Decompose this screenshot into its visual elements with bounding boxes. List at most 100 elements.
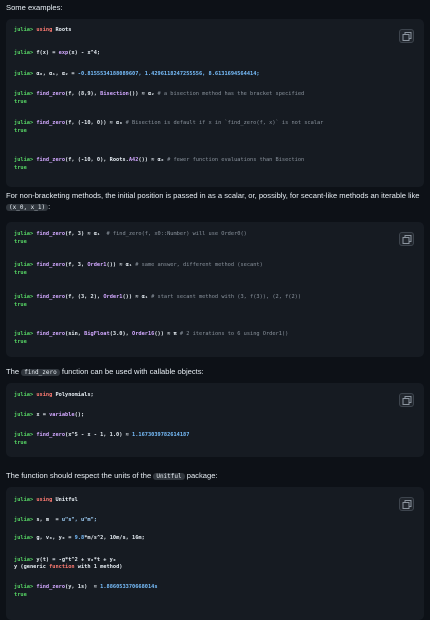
code-token: (f, 3) ≈ α₁ [65, 231, 107, 237]
code-token: (y, 1s) ≈ [65, 584, 101, 590]
repl-output: true [14, 128, 27, 134]
copy-button[interactable] [399, 232, 414, 246]
code-token: (sin, [65, 331, 85, 337]
code-token: find_zero [36, 262, 66, 268]
code-token: # start secant method with (3, f(3)), (2… [151, 294, 302, 300]
inline-code: (x_0, x_1) [6, 204, 49, 211]
copy-button[interactable] [399, 497, 414, 511]
inline-code: Unitful [153, 473, 185, 480]
code-token: A42 [128, 157, 139, 163]
repl-output: true [14, 99, 27, 105]
repl-prompt: julia> [14, 331, 37, 337]
code-token: # a bisection method has the bracket spe… [157, 91, 305, 97]
code-line: julia> using Roots [14, 27, 394, 34]
code-token: find_zero [36, 331, 66, 337]
code-token: using [36, 392, 53, 398]
repl-output: true [14, 440, 27, 446]
code-token: find_zero [36, 231, 66, 237]
para-text-end: : [48, 202, 51, 211]
code-token: (f, (-10, 0)) ≈ α₀ [65, 120, 126, 126]
code-line: julia> s, m = u"s", u"m"; [14, 517, 394, 524]
repl-prompt: julia> [14, 294, 37, 300]
code-token: Unitful [52, 497, 78, 503]
code-token: *m/s^2, 10m/s, 16m; [84, 535, 145, 541]
repl-output: true [14, 302, 27, 308]
code-block-3: julia> using Polynomials; julia> x = vari… [6, 383, 424, 457]
para-callable: The find_zero function can be used with … [6, 366, 424, 378]
repl-prompt: julia> [14, 497, 37, 503]
repl-output: true [14, 339, 27, 345]
code-line: julia> find_zero(f, (-10, 0), Roots.A42(… [14, 157, 394, 164]
repl-prompt: julia> [14, 392, 37, 398]
repl-prompt: julia> [14, 262, 37, 268]
para-non-bracketing: For non-bracketing methods, the initial … [6, 190, 424, 213]
para-text: The [6, 367, 22, 376]
code-token: ()) ≈ α₁ [106, 262, 136, 268]
code-token: ()) ≈ α₂ [128, 91, 158, 97]
code-token: Polynomials; [52, 392, 94, 398]
code-line: julia> find_zero(f, (8,9), Bisection()) … [14, 91, 394, 98]
code-token: variable [49, 412, 75, 418]
code-line: true [14, 239, 394, 246]
code-line: true [14, 440, 394, 447]
code-token: y(t) = -g*t^2 + v₀*t + y₀ [36, 557, 117, 563]
inline-code: find_zero [21, 369, 60, 376]
code-token: # same answer, different method (secant) [135, 262, 263, 268]
code-token: y (generic [14, 564, 50, 570]
repl-output: true [14, 592, 27, 598]
code-line: julia> f(x) = exp(x) - x^4; [14, 50, 394, 57]
repl-prompt: julia> [14, 412, 37, 418]
code-token: exp [58, 50, 69, 56]
repl-prompt: julia> [14, 432, 37, 438]
code-token: g, v₀, y₀ = [36, 535, 75, 541]
code-token: f(x) = [36, 50, 59, 56]
code-token: -0.8155534188089607, 1.4296118247255556,… [77, 71, 260, 77]
code-token: s, m = [36, 517, 62, 523]
code-token: (f, 3, [65, 262, 88, 268]
code-line: julia> find_zero(f, 3) ≈ α₁ # find_zero(… [14, 231, 394, 238]
repl-prompt: julia> [14, 535, 37, 541]
code-token: (3.0), [109, 331, 133, 337]
copy-button[interactable] [399, 393, 414, 407]
code-line: julia> using Unitful [14, 497, 394, 504]
para-text-end: function can be used with callable objec… [59, 367, 204, 376]
repl-prompt: julia> [14, 91, 37, 97]
code-token: # fewer function evaluations than Bisect… [167, 157, 305, 163]
code-block-1: julia> using Roots julia> f(x) = exp(x) -… [6, 19, 424, 187]
code-token: x = [36, 412, 50, 418]
code-token: 1.1673039782614187 [132, 432, 190, 438]
code-token: (x) - x^4; [68, 50, 101, 56]
repl-prompt: julia> [14, 157, 37, 163]
code-token: (f, (8,9), [65, 91, 101, 97]
code-token: # find_zero(f, x0::Number) will use Orde… [106, 231, 247, 237]
code-line: julia> find_zero(y, 1s) ≈ 1.886053370668… [14, 584, 394, 591]
code-line: julia> find_zero(f, 3, Order1()) ≈ α₁ # … [14, 262, 394, 269]
code-token: # 2 iterations to 6 using Order1() [179, 331, 289, 337]
code-line: true [14, 128, 394, 135]
code-token: find_zero [36, 157, 66, 163]
repl-prompt: julia> [14, 50, 37, 56]
repl-prompt: julia> [14, 557, 37, 563]
code-token: Bisection [100, 91, 129, 97]
repl-output: true [14, 239, 27, 245]
code-token: u"s", u"m"; [61, 517, 97, 523]
code-token: ()) ≈ α₁ [122, 294, 152, 300]
para-unitful: The function should respect the units of… [6, 470, 424, 482]
code-line: y (generic function with 1 method) [14, 564, 394, 571]
code-token: Roots [52, 27, 72, 33]
code-token: Order1 [103, 294, 123, 300]
code-token: (); [74, 412, 85, 418]
code-line: julia> find_zero(sin, BigFloat(3.0), Ord… [14, 331, 394, 338]
code-token: ()) ≈ π [154, 331, 180, 337]
copy-icon [402, 235, 412, 244]
copy-button[interactable] [399, 29, 414, 43]
copy-icon [402, 32, 412, 41]
intro-text: Some examples: [6, 3, 63, 12]
code-line: julia> find_zero(f, (3, 2), Order1()) ≈ … [14, 294, 394, 301]
code-token: using [36, 27, 53, 33]
code-token: (x^5 - x - 1, 1.0) ≈ [65, 432, 133, 438]
code-token: # Bisection is default if x in `find_zer… [125, 120, 324, 126]
code-token: using [36, 497, 53, 503]
repl-prompt: julia> [14, 517, 37, 523]
repl-prompt: julia> [14, 584, 37, 590]
